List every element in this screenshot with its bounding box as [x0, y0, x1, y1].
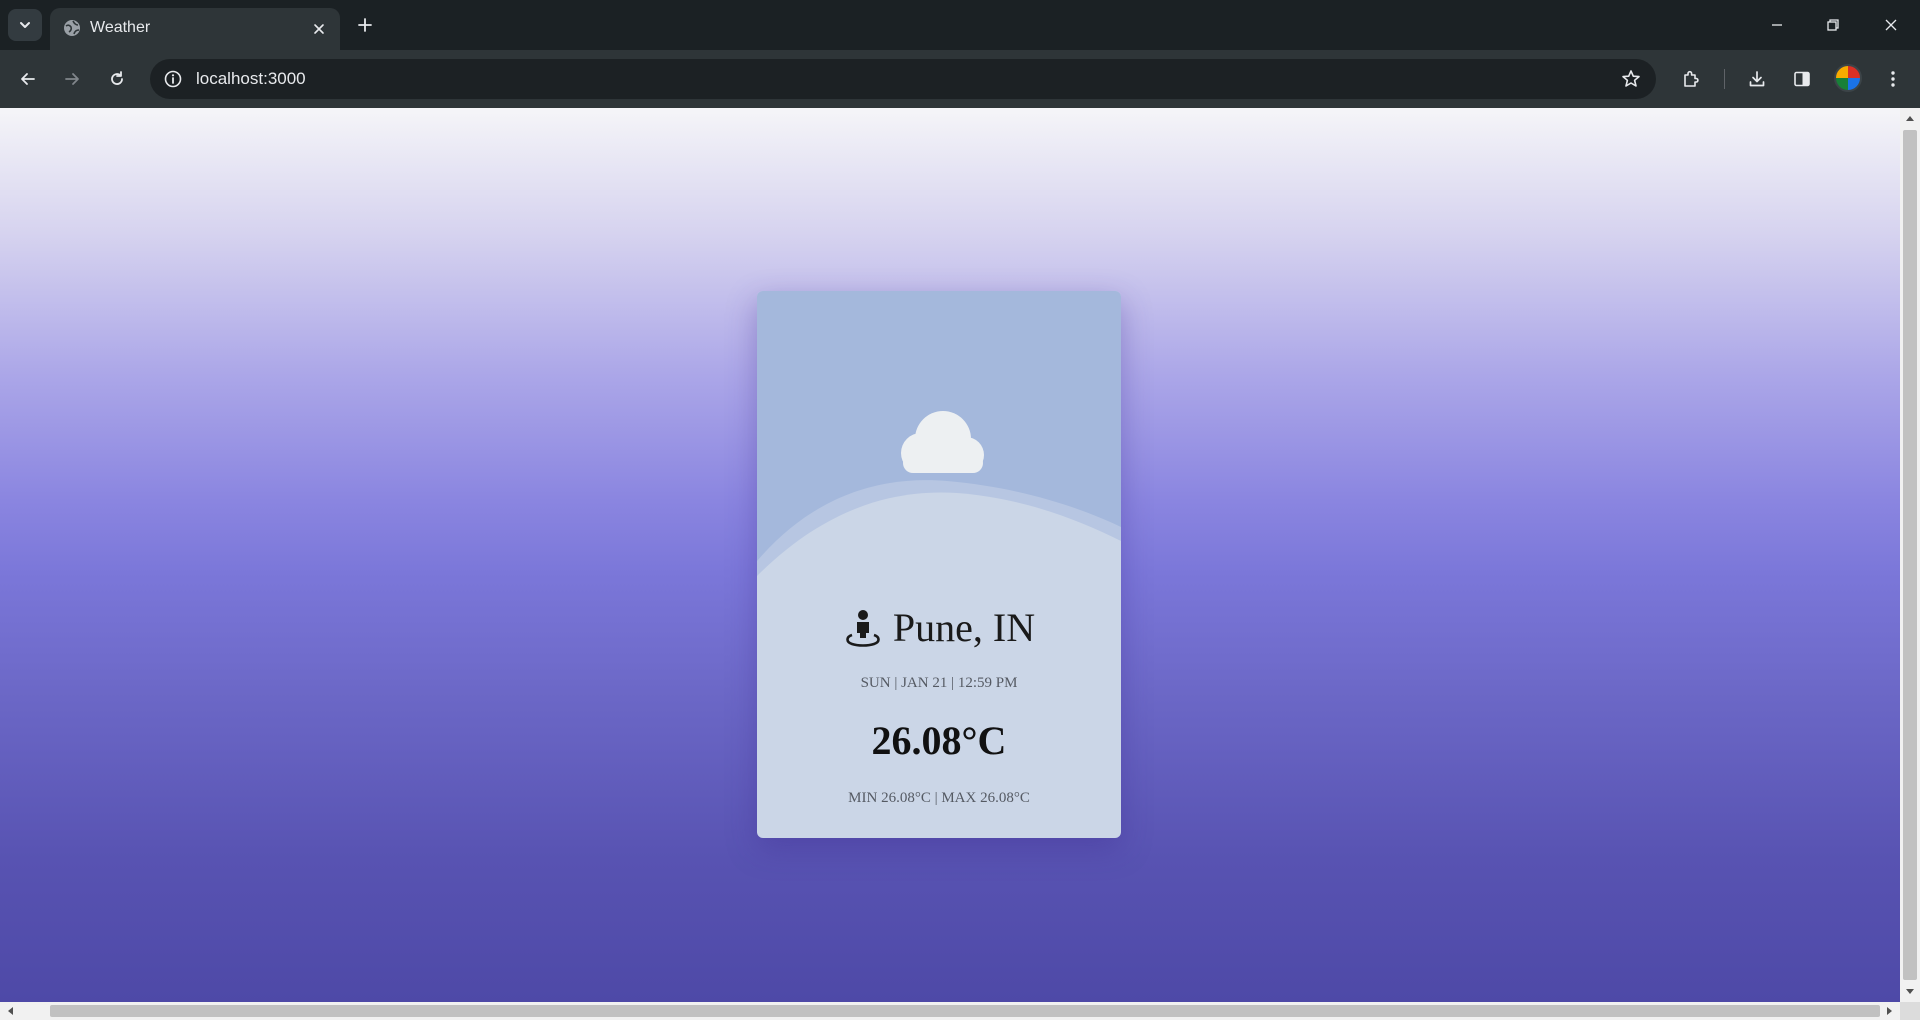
tab-strip: Weather — [0, 0, 1920, 50]
side-panel-button[interactable] — [1786, 63, 1818, 95]
restore-icon — [1827, 19, 1839, 31]
info-icon — [164, 70, 182, 88]
triangle-right-icon — [1887, 1007, 1892, 1015]
toolbar-divider — [1724, 69, 1725, 89]
triangle-down-icon — [1906, 989, 1914, 994]
horizontal-scrollbar[interactable] — [0, 1002, 1920, 1020]
address-bar[interactable]: localhost:3000 — [150, 59, 1656, 99]
chevron-down-icon — [20, 22, 30, 28]
current-temperature: 26.08°C — [871, 718, 1007, 763]
extensions-button[interactable] — [1675, 63, 1707, 95]
arrow-right-icon — [65, 73, 79, 85]
vertical-scroll-thumb[interactable] — [1903, 130, 1917, 980]
minimize-icon — [1772, 24, 1782, 26]
url-text[interactable]: localhost:3000 — [196, 68, 306, 90]
minimize-button[interactable] — [1760, 10, 1794, 40]
location-name: Pune, IN — [892, 605, 1036, 650]
downloads-button[interactable] — [1741, 63, 1773, 95]
scroll-right-button[interactable] — [1882, 1002, 1898, 1020]
plus-icon — [358, 18, 372, 32]
tab-weather[interactable]: Weather — [50, 8, 340, 50]
triangle-left-icon — [8, 1007, 13, 1015]
cloud-icon — [901, 411, 984, 473]
tab-search-button[interactable] — [8, 9, 42, 41]
bookmark-button[interactable] — [1618, 66, 1644, 92]
close-icon — [314, 24, 324, 34]
date-time: SUN | JAN 21 | 12:59 PM — [860, 675, 1018, 691]
star-icon — [1622, 70, 1640, 87]
new-tab-button[interactable] — [352, 12, 378, 38]
scroll-left-button[interactable] — [2, 1002, 18, 1020]
puzzle-icon — [1684, 70, 1699, 87]
browser-window: Weather localhost:3000 Pune, IN SUN | JA… — [0, 0, 1920, 1020]
menu-button[interactable] — [1877, 63, 1909, 95]
reload-icon — [111, 71, 123, 85]
back-button[interactable] — [12, 63, 44, 95]
globe-icon — [64, 20, 80, 36]
forward-button[interactable] — [56, 63, 88, 95]
restore-button[interactable] — [1816, 10, 1850, 40]
toolbar: localhost:3000 — [0, 50, 1920, 108]
reload-button[interactable] — [101, 63, 133, 95]
side-panel-icon — [1794, 71, 1810, 87]
scrollbar-corner — [1900, 1002, 1920, 1020]
vertical-scrollbar[interactable] — [1900, 108, 1920, 1002]
site-info-button[interactable] — [160, 66, 186, 92]
close-window-button[interactable] — [1874, 10, 1908, 40]
arrow-left-icon — [21, 73, 35, 85]
scroll-down-button[interactable] — [1900, 984, 1920, 1000]
tab-close-button[interactable] — [308, 18, 330, 40]
triangle-up-icon — [1906, 116, 1914, 121]
location-person-icon — [846, 610, 880, 647]
tab-title: Weather — [90, 19, 151, 36]
profile-avatar[interactable] — [1834, 64, 1862, 92]
page-viewport: Pune, IN SUN | JAN 21 | 12:59 PM 26.08°C… — [0, 108, 1900, 1002]
min-max-temperature: MIN 26.08°C | MAX 26.08°C — [848, 790, 1030, 806]
scroll-up-button[interactable] — [1900, 110, 1920, 126]
more-vertical-icon — [1891, 71, 1895, 87]
horizontal-scroll-thumb[interactable] — [50, 1005, 1880, 1017]
weather-card: Pune, IN SUN | JAN 21 | 12:59 PM 26.08°C… — [757, 291, 1121, 838]
location-row: Pune, IN — [757, 603, 1121, 653]
close-icon — [1885, 19, 1897, 31]
download-icon — [1749, 71, 1765, 87]
